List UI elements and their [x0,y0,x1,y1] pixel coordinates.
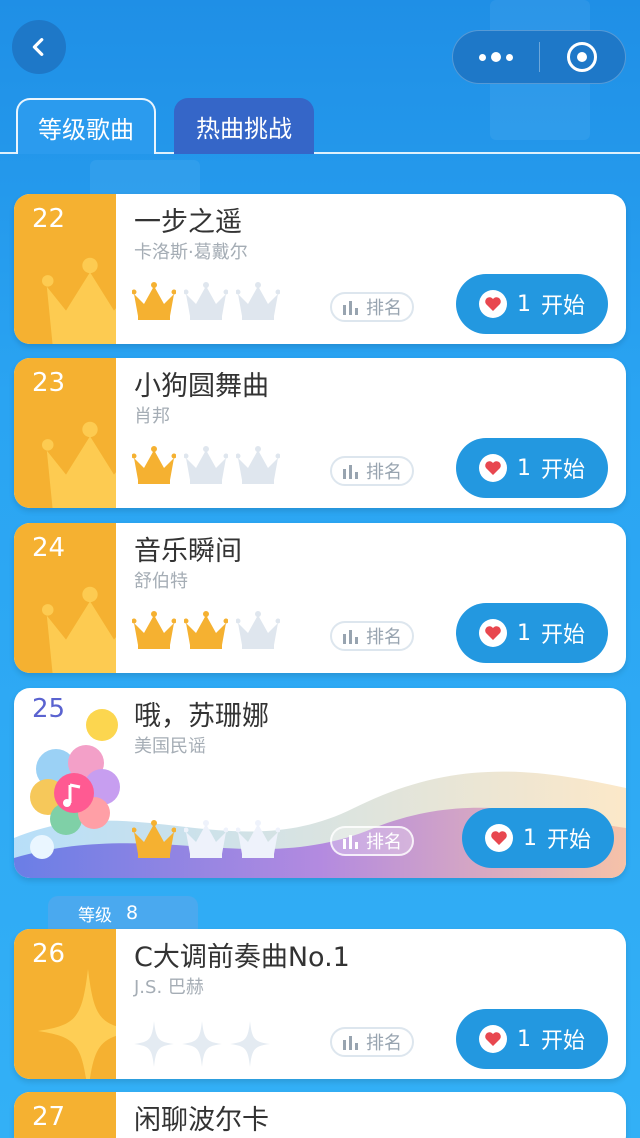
start-button[interactable]: 1 开始 [456,1009,608,1069]
song-artist: 肖邦 [134,406,170,427]
start-count: 1 [516,291,531,317]
crown-empty-icon [236,446,280,484]
song-artist: J.S. 巴赫 [134,977,204,998]
start-button[interactable]: 1 开始 [456,603,608,663]
song-index: 27 [32,1102,66,1132]
song-artist: 舒伯特 [134,571,188,592]
crown-filled-icon [132,611,176,649]
song-artist: 美国民谣 [134,736,206,757]
song-title: 音乐瞬间 [134,536,242,567]
level-badge: 等级 8 [48,896,198,930]
bar-chart-icon [343,1036,358,1050]
song-title: 闲聊波尔卡 [134,1105,269,1136]
start-label: 开始 [540,458,585,483]
heart-icon [478,290,507,318]
sparkle-empty-icon [230,1021,270,1067]
song-index: 22 [32,204,66,234]
rank-button[interactable]: 排名 [330,826,414,856]
crown-watermark-icon [42,421,116,508]
heart-icon [484,824,513,852]
song-index: 23 [32,368,66,398]
song-title: C大调前奏曲No.1 [134,942,350,973]
song-title: 哦，苏珊娜 [134,701,269,732]
start-count: 1 [516,620,531,646]
tab-hot-challenge[interactable]: 热曲挑战 [174,98,314,154]
crown-filled-icon [132,282,176,320]
level-value: 8 [126,902,139,924]
song-card[interactable]: 22 一步之遥 卡洛斯·葛戴尔 排名 1 开始 [14,194,626,344]
song-index-panel: 26 [14,929,116,1079]
crown-rating [132,609,280,651]
chevron-left-icon [32,38,44,56]
crown-empty-icon [236,282,280,320]
crown-rating [132,818,280,860]
sparkle-watermark-icon [38,969,116,1079]
back-button[interactable] [12,20,66,74]
heart-icon [478,454,507,482]
start-label: 开始 [540,294,585,319]
crown-watermark-icon [42,257,116,344]
song-card[interactable]: 24 音乐瞬间 舒伯特 排名 1 开始 [14,523,626,673]
crown-empty-icon [236,820,280,858]
bar-chart-icon [343,630,358,644]
heart-icon [478,619,507,647]
heart-icon [478,1025,507,1053]
start-label: 开始 [540,623,585,648]
song-artist: 卡洛斯·葛戴尔 [134,242,248,263]
song-card-featured[interactable]: 25 哦，苏珊娜 美国民谣 排名 1 开始 [14,688,626,878]
rank-label: 排名 [366,627,402,648]
crown-filled-icon [132,820,176,858]
bar-chart-icon [343,835,358,849]
song-card[interactable]: 26 C大调前奏曲No.1 J.S. 巴赫 排名 1 开始 [14,929,626,1079]
bar-chart-icon [343,465,358,479]
crown-rating [132,444,280,486]
crown-empty-icon [236,611,280,649]
rank-label: 排名 [366,832,402,853]
close-button[interactable] [540,31,626,83]
rank-button[interactable]: 排名 [330,1027,414,1057]
start-count: 1 [516,455,531,481]
level-label: 等级 [78,905,112,926]
rank-button[interactable]: 排名 [330,292,414,322]
song-index-panel: 27 [14,1092,116,1138]
star-rating [134,1021,270,1067]
start-count: 1 [522,825,537,851]
rank-label: 排名 [366,462,402,483]
start-button[interactable]: 1 开始 [462,808,614,868]
song-index-panel: 22 [14,194,116,344]
rank-label: 排名 [366,298,402,319]
more-button[interactable] [453,31,539,83]
rank-label: 排名 [366,1033,402,1054]
song-index: 24 [32,533,66,563]
crown-filled-icon [132,446,176,484]
start-count: 1 [516,1026,531,1052]
song-index: 26 [32,939,66,969]
balloon-music-icon [30,709,120,859]
crown-watermark-icon [42,586,116,673]
crown-empty-icon [184,446,228,484]
song-card[interactable]: 27 闲聊波尔卡 [14,1092,626,1138]
target-icon [567,42,598,72]
song-title: 小狗圆舞曲 [134,371,269,402]
sparkle-empty-icon [182,1021,222,1067]
start-button[interactable]: 1 开始 [456,438,608,498]
song-index-panel: 24 [14,523,116,673]
sparkle-empty-icon [134,1021,174,1067]
song-title: 一步之遥 [134,207,242,238]
bar-chart-icon [343,301,358,315]
rank-button[interactable]: 排名 [330,456,414,486]
mini-program-capsule [452,30,626,84]
start-label: 开始 [546,828,591,853]
tab-level-songs[interactable]: 等级歌曲 [16,98,156,154]
crown-empty-icon [184,820,228,858]
crown-rating [132,280,280,322]
rank-button[interactable]: 排名 [330,621,414,651]
start-label: 开始 [540,1029,585,1054]
crown-empty-icon [184,282,228,320]
crown-filled-icon [184,611,228,649]
more-dots-icon [478,52,513,62]
song-card[interactable]: 23 小狗圆舞曲 肖邦 排名 1 开始 [14,358,626,508]
start-button[interactable]: 1 开始 [456,274,608,334]
song-index-panel: 23 [14,358,116,508]
